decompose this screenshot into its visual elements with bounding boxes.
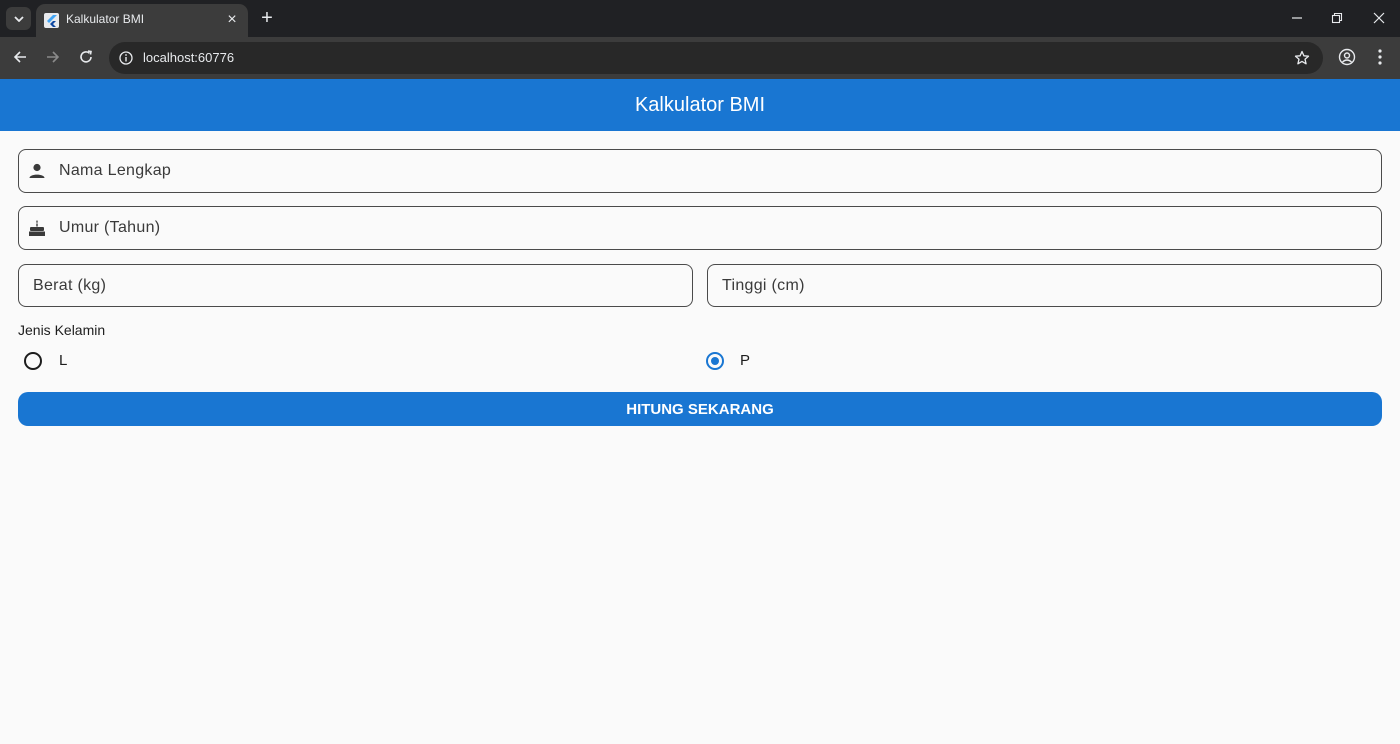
minimize-icon[interactable] [1287, 8, 1307, 28]
height-input[interactable] [708, 265, 1381, 306]
flutter-favicon-icon [44, 13, 59, 28]
app-bar: Kalkulator BMI [0, 79, 1400, 131]
url-text: localhost:60776 [143, 50, 235, 65]
page-title: Kalkulator BMI [634, 93, 766, 116]
gender-option-p[interactable]: P [700, 349, 1382, 373]
tab-title: Kalkulator BMI [66, 12, 145, 26]
radio-p[interactable] [706, 352, 724, 370]
browser-toolbar: localhost:60776 [0, 37, 1400, 79]
age-input[interactable] [19, 207, 1381, 249]
gender-option-l[interactable]: L [18, 349, 693, 373]
browser-tab-bar: Kalkulator BMI × + [0, 0, 1400, 37]
restore-icon[interactable] [1327, 8, 1347, 28]
menu-kebab-icon[interactable] [1370, 47, 1390, 67]
forward-arrow-icon[interactable] [42, 46, 64, 68]
gender-label: Jenis Kelamin [18, 322, 106, 338]
chevron-down-icon [13, 15, 24, 22]
name-input[interactable] [19, 150, 1381, 192]
close-window-icon[interactable] [1369, 8, 1389, 28]
calculate-button[interactable]: HITUNG SEKARANG [18, 392, 1382, 426]
weight-field [18, 264, 693, 307]
new-tab-icon[interactable]: + [257, 8, 277, 28]
reload-icon[interactable] [75, 46, 97, 68]
close-tab-icon[interactable]: × [224, 12, 240, 28]
profile-icon[interactable] [1337, 47, 1357, 67]
age-field [18, 206, 1382, 250]
site-info-icon[interactable] [118, 50, 134, 66]
radio-p-label: P [740, 352, 751, 369]
back-arrow-icon[interactable] [9, 46, 31, 68]
radio-l-label: L [59, 352, 68, 369]
bookmark-star-icon[interactable] [1292, 48, 1312, 68]
radio-l[interactable] [24, 352, 42, 370]
browser-tab[interactable]: Kalkulator BMI × [36, 4, 248, 37]
tab-search-button[interactable] [6, 7, 31, 30]
weight-input[interactable] [19, 265, 692, 306]
address-bar[interactable]: localhost:60776 [109, 42, 1323, 74]
name-field [18, 149, 1382, 193]
height-field [707, 264, 1382, 307]
